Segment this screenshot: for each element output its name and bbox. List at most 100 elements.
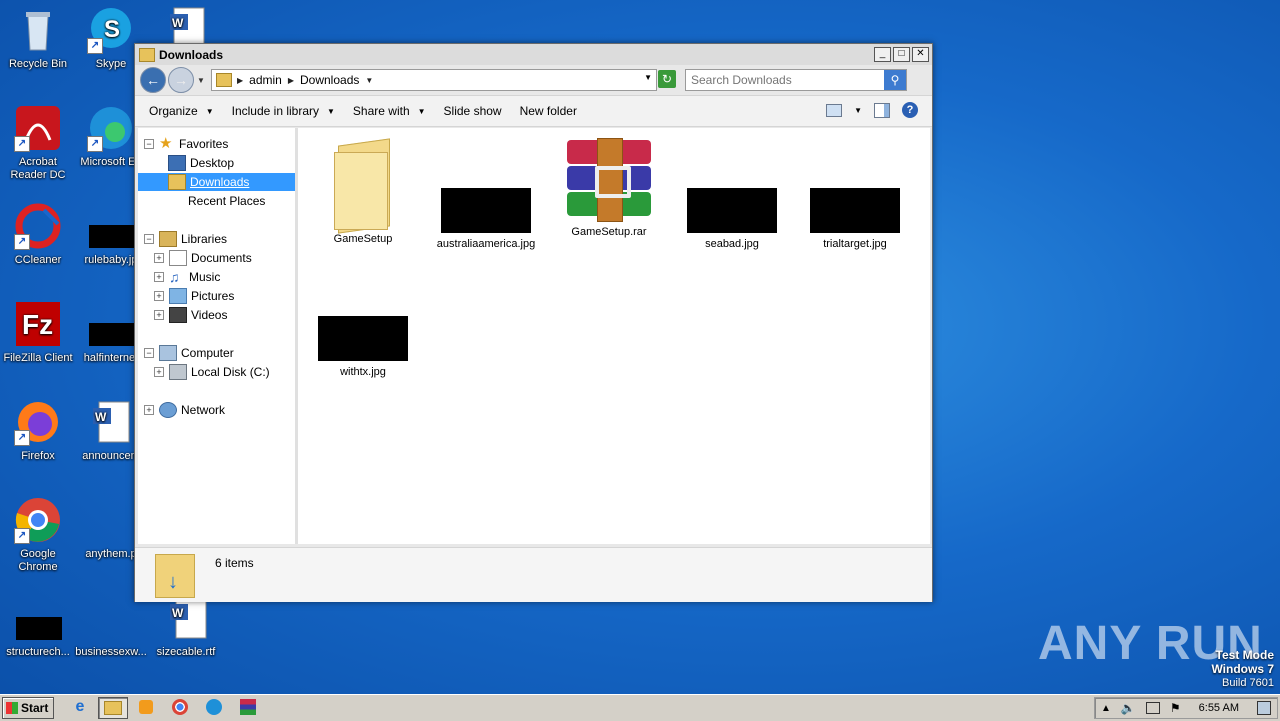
image-thumbnail [810, 188, 900, 233]
new-folder-button[interactable]: New folder [520, 104, 577, 118]
tree-item-network[interactable]: + Network [144, 401, 225, 419]
file-view: GameSetup australiaamerica.jpg GameSetup… [298, 128, 930, 544]
tree-item-documents[interactable]: + Documents [154, 249, 252, 267]
address-dropdown-icon[interactable]: ▼ [644, 73, 652, 82]
slide-show-button[interactable]: Slide show [444, 104, 502, 118]
tree-item-recent-places[interactable]: Recent Places [168, 192, 265, 210]
breadcrumb-downloads[interactable]: Downloads [300, 73, 359, 87]
chevron-down-icon[interactable]: ▼ [365, 76, 373, 85]
chevron-right-icon[interactable]: ▶ [288, 76, 294, 85]
expand-icon[interactable]: + [154, 253, 164, 263]
desktop-icon-label: structurech... [6, 646, 70, 658]
collapse-icon[interactable]: − [144, 234, 154, 244]
file-name: trialtarget.jpg [823, 238, 887, 250]
breadcrumb-admin[interactable]: admin [249, 73, 282, 87]
start-button[interactable]: Start [2, 697, 54, 719]
maximize-button[interactable]: □ [893, 47, 910, 62]
clock[interactable]: 6:55 AM [1199, 702, 1239, 714]
back-button[interactable]: ← [140, 67, 166, 93]
taskbar-explorer[interactable] [98, 697, 128, 719]
tree-item-desktop[interactable]: Desktop [168, 154, 234, 172]
desktop-icon-label: Google Chrome [18, 548, 58, 573]
tree-item-favorites[interactable]: − ★ Favorites [144, 135, 228, 153]
tree-item-computer[interactable]: − Computer [144, 344, 234, 362]
chevron-up-icon[interactable]: ▲ [1101, 703, 1111, 714]
desktop-icon-label: FileZilla Client [3, 352, 73, 364]
show-desktop-icon[interactable] [1257, 701, 1271, 715]
search-input[interactable] [686, 72, 883, 88]
include-in-library-button[interactable]: Include in library ▼ [232, 104, 335, 118]
desktop-icon-recycle-bin[interactable]: Recycle Bin [0, 6, 76, 71]
documents-icon [169, 250, 187, 266]
explorer-window: Downloads _ □ ✕ ← → ▼ ▶ admin ▶ Download… [134, 43, 933, 602]
flag-icon[interactable]: ⚑ [1170, 701, 1181, 715]
help-icon[interactable]: ? [902, 102, 918, 118]
speaker-icon[interactable]: 🔈 [1121, 701, 1136, 715]
share-with-button[interactable]: Share with ▼ [353, 104, 426, 118]
network-tray-icon[interactable] [1145, 702, 1160, 714]
close-button[interactable]: ✕ [912, 47, 929, 62]
taskbar-winrar[interactable] [234, 697, 262, 717]
file-item[interactable]: seabad.jpg [682, 138, 782, 251]
svg-text:Fz: Fz [22, 309, 53, 340]
file-item[interactable]: GameSetup [313, 138, 413, 246]
share-label: Share with [352, 104, 410, 118]
desktop-icon-label: Firefox [21, 450, 55, 462]
organize-button[interactable]: Organize ▼ [149, 104, 214, 118]
expand-icon[interactable]: + [154, 310, 164, 320]
expand-icon[interactable]: + [154, 291, 164, 301]
svg-text:S: S [104, 16, 120, 43]
desktop-icon [168, 155, 186, 171]
desktop-icon-label: Acrobat Reader DC [10, 156, 66, 181]
tree-item-pictures[interactable]: + Pictures [154, 287, 234, 305]
file-item[interactable]: trialtarget.jpg [805, 138, 905, 251]
tree-item-downloads[interactable]: Downloads [138, 173, 295, 191]
title-bar[interactable]: Downloads _ □ ✕ [135, 44, 932, 65]
address-bar[interactable]: ▶ admin ▶ Downloads ▼ ▼ [211, 69, 657, 91]
navigation-pane: − ★ Favorites Desktop Downloads Recent P… [138, 128, 298, 544]
taskbar-media-player[interactable] [132, 697, 160, 717]
word-document-icon: W [87, 398, 135, 446]
file-item[interactable]: withtx.jpg [313, 266, 413, 379]
tree-item-local-disk[interactable]: + Local Disk (C:) [154, 363, 270, 381]
chevron-down-icon[interactable]: ▼ [854, 106, 862, 115]
tree-label: Pictures [191, 289, 235, 303]
expand-icon[interactable]: + [154, 272, 164, 282]
tree-label: Documents [191, 251, 252, 265]
change-view-icon[interactable] [826, 103, 843, 117]
desktop-icon-ccleaner[interactable]: ↗ CCleaner [0, 202, 76, 267]
file-item[interactable]: australiaamerica.jpg [436, 138, 536, 251]
taskbar-edge[interactable] [200, 697, 228, 717]
desktop-icon-chrome[interactable]: ↗ Google Chrome [0, 496, 76, 574]
window-controls: _ □ ✕ [874, 47, 929, 62]
tree-item-libraries[interactable]: − Libraries [144, 230, 227, 248]
collapse-icon[interactable]: − [144, 139, 154, 149]
chevron-right-icon[interactable]: ▶ [237, 76, 243, 85]
recycle-bin-icon [14, 6, 62, 54]
taskbar-ie[interactable]: e [66, 697, 94, 717]
hard-drive-icon [169, 364, 187, 380]
image-thumbnail [87, 300, 135, 348]
history-dropdown-icon[interactable]: ▼ [197, 76, 205, 85]
desktop-icon-firefox[interactable]: ↗ Firefox [0, 398, 76, 463]
desktop-icon-sizecable[interactable]: W sizecable.rtf [148, 594, 224, 659]
desktop-icon-label: businessexw... [75, 646, 147, 658]
desktop-icon-acrobat[interactable]: ↗ Acrobat Reader DC [0, 104, 76, 182]
test-mode-notice: Test Mode Windows 7 Build 7601 [1211, 648, 1274, 690]
expand-icon[interactable]: + [144, 405, 154, 415]
folder-icon [104, 701, 122, 715]
taskbar-chrome[interactable] [166, 697, 194, 717]
search-button[interactable]: ⚲ [884, 70, 906, 90]
tree-item-music[interactable]: + ♫ Music [154, 268, 220, 286]
minimize-button[interactable]: _ [874, 47, 891, 62]
expand-icon[interactable]: + [154, 367, 164, 377]
desktop-icon-businessexw[interactable]: businessexw... [73, 594, 149, 659]
refresh-button[interactable]: ↻ [658, 70, 676, 88]
tree-item-videos[interactable]: + Videos [154, 306, 227, 324]
collapse-icon[interactable]: − [144, 348, 154, 358]
file-item[interactable]: GameSetup.rar [559, 138, 659, 239]
preview-pane-icon[interactable] [874, 102, 890, 118]
desktop-icon-filezilla[interactable]: Fz FileZilla Client [0, 300, 76, 365]
forward-button[interactable]: → [168, 67, 194, 93]
desktop-icon-structurech[interactable]: structurech... [0, 594, 76, 659]
